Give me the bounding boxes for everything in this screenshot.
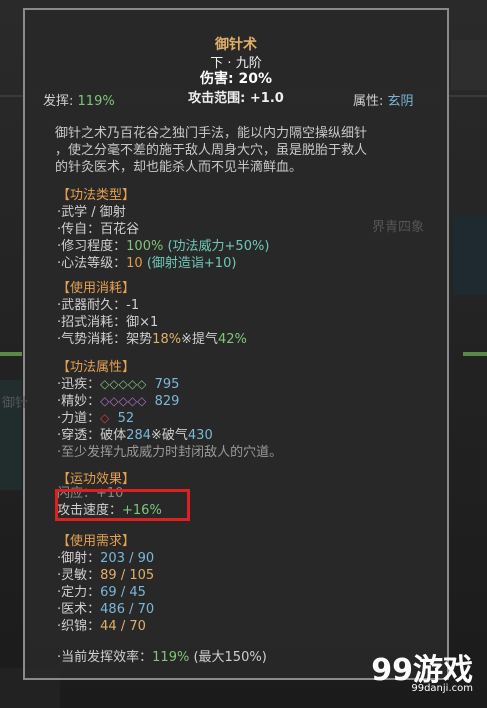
skill-damage: 伤害: 20% (200, 71, 272, 87)
background-green-bar-left (0, 352, 22, 356)
diamond-rating-icon: ◇ (100, 411, 110, 425)
stat-attribute: 属性: 玄阴 (353, 94, 414, 109)
background-ornament (451, 40, 487, 90)
background-skill-label: 界青四象 (372, 220, 425, 235)
diamond-rating-icon: ◇◇◇◇◇ (100, 377, 147, 391)
stat-fahui: 发挥: 119% (43, 94, 115, 109)
description-line: 的针灸医术，却也能杀人而不见半滴鲜血。 (55, 160, 303, 175)
skill-title: 御针术 (215, 37, 257, 53)
type-level: ·心法等级：10 (御射造诣+10) (57, 256, 237, 271)
req-row: ·织锦：44 / 70 (57, 619, 146, 634)
background-skill-label: 御针 (2, 396, 29, 411)
background-green-bar-right (463, 352, 487, 356)
watermark-url: 99danji.com (411, 683, 473, 694)
diamond-rating-icon: ◇◇◇◇◇ (100, 394, 147, 408)
highlight-box (55, 489, 190, 521)
prop-note: ·至少发挥九成威力时封闭敌人的穴道。 (57, 445, 283, 460)
skill-tooltip-panel: 御针术 下 · 九阶 伤害: 20% 攻击范围: +1.0 发挥: 119% 属… (23, 8, 449, 680)
efficiency-line: ·当前发挥效率：119% (最大150%) (57, 650, 267, 665)
cost-momentum: ·气势消耗：架势18%※提气42% (57, 332, 247, 347)
background-skill-slot-right (453, 215, 487, 295)
